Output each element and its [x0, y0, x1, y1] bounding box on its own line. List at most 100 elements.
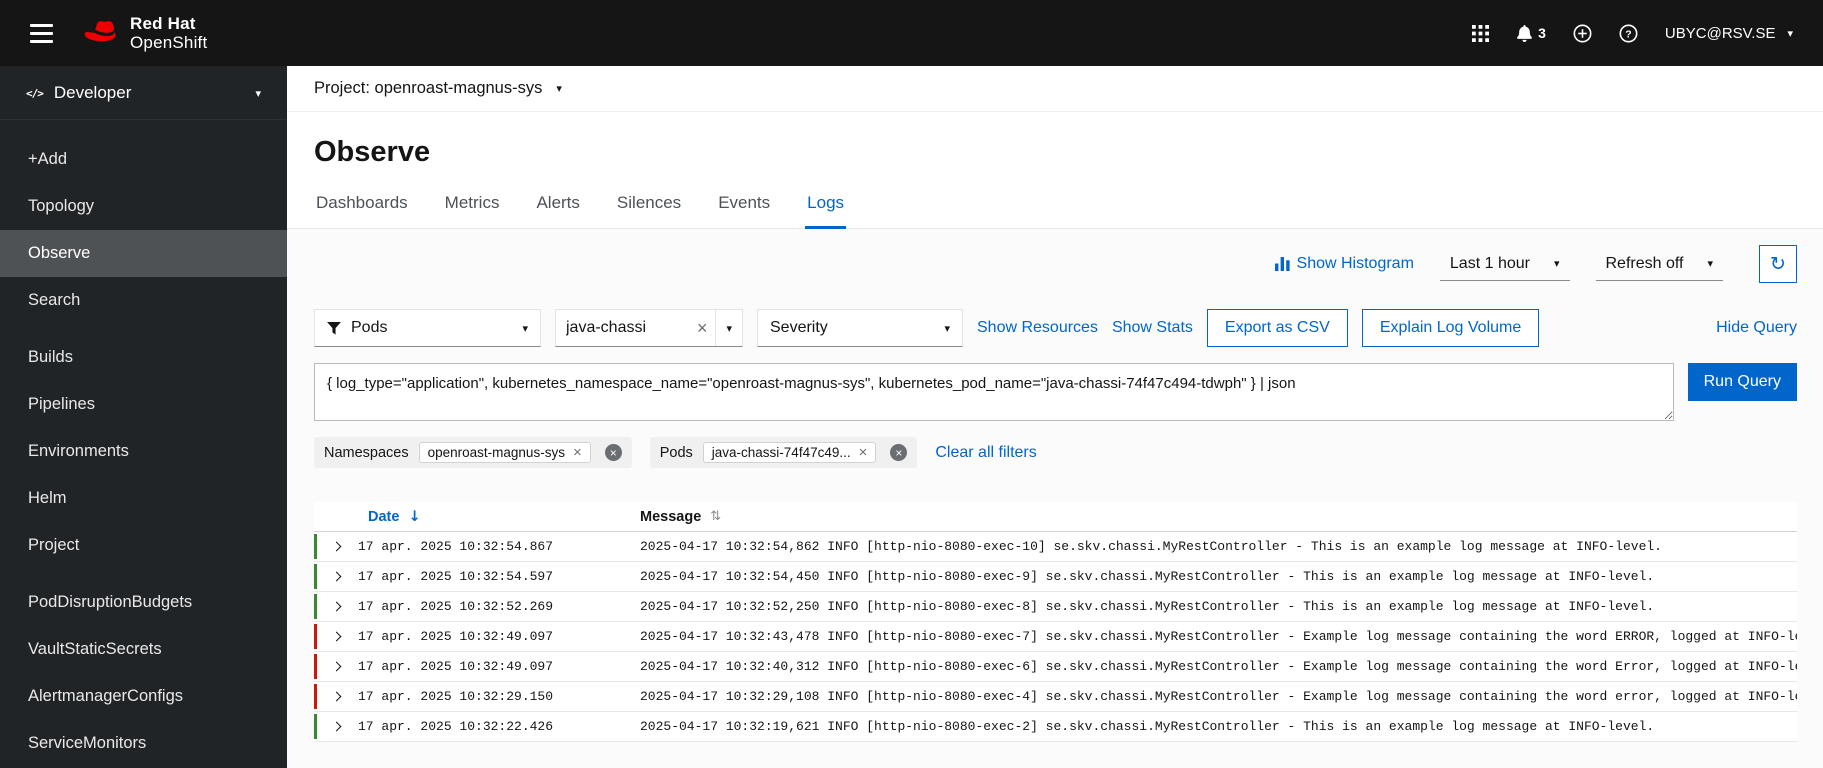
- sidebar-item-pipelines[interactable]: Pipelines: [0, 381, 287, 428]
- log-timestamp: 17 apr. 2025 10:32:49.097: [358, 629, 554, 644]
- masthead: Red Hat OpenShift 3 ? UBYC@RSV.SE ▾: [0, 0, 1823, 66]
- expand-row-button[interactable]: [314, 592, 358, 621]
- plus-circle-icon: [1573, 24, 1592, 42]
- tab-dashboards[interactable]: Dashboards: [314, 193, 410, 229]
- user-menu[interactable]: UBYC@RSV.SE ▾: [1665, 25, 1793, 42]
- remove-chip-group-button[interactable]: ×: [890, 444, 908, 461]
- severity-indicator: [314, 714, 317, 739]
- show-stats-link[interactable]: Show Stats: [1112, 319, 1193, 337]
- bell-icon: [1517, 24, 1533, 42]
- help-button[interactable]: ?: [1619, 24, 1638, 43]
- tab-alerts[interactable]: Alerts: [534, 193, 581, 229]
- show-resources-link[interactable]: Show Resources: [977, 319, 1098, 337]
- sidebar-item-topology[interactable]: Topology: [0, 183, 287, 230]
- chip-group-label: Pods: [659, 444, 693, 461]
- notifications-button[interactable]: 3: [1516, 24, 1546, 42]
- clear-all-filters-link[interactable]: Clear all filters: [935, 444, 1036, 462]
- chip-group-label: Namespaces: [324, 444, 409, 461]
- chevron-right-icon: [331, 541, 341, 552]
- log-message: 2025-04-17 10:32:54,862 INFO [http-nio-8…: [640, 539, 1662, 554]
- sidebar-item-servicemonitors[interactable]: ServiceMonitors: [0, 720, 287, 767]
- pods-search-input[interactable]: [566, 319, 689, 337]
- chevron-down-icon[interactable]: ▾: [715, 310, 742, 346]
- times-circle-icon: ×: [890, 444, 908, 461]
- tab-metrics[interactable]: Metrics: [443, 193, 502, 229]
- log-timestamp: 17 apr. 2025 10:32:54.867: [358, 539, 554, 554]
- hide-query-link[interactable]: Hide Query: [1716, 319, 1797, 337]
- log-message: 2025-04-17 10:32:43,478 INFO [http-nio-8…: [640, 629, 1797, 644]
- chip: openroast-magnus-sys ×: [418, 442, 591, 463]
- expand-row-button[interactable]: [314, 532, 358, 561]
- sidebar-item-observe[interactable]: Observe: [0, 230, 287, 277]
- table-row: 17 apr. 2025 10:32:54.597 2025-04-17 10:…: [314, 562, 1797, 592]
- export-csv-button[interactable]: Export as CSV: [1206, 309, 1348, 347]
- remove-chip-icon[interactable]: ×: [859, 445, 868, 460]
- notification-count-badge: 3: [1538, 25, 1546, 41]
- filter-toolbar: Pods ▾ × ▾ Severity ▾ Show Resources Sho…: [314, 309, 1797, 347]
- severity-indicator: [314, 684, 317, 709]
- message-column-header[interactable]: Message ⇅: [640, 509, 1797, 525]
- log-message: 2025-04-17 10:32:19,621 INFO [http-nio-8…: [640, 719, 1655, 734]
- sidebar-item-builds[interactable]: Builds: [0, 334, 287, 381]
- developer-perspective-icon: </>: [26, 86, 44, 100]
- date-column-header[interactable]: Date ↓: [358, 509, 640, 525]
- sidebar-item-search[interactable]: Search: [0, 277, 287, 324]
- severity-indicator: [314, 624, 317, 649]
- explain-log-volume-button[interactable]: Explain Log Volume: [1361, 309, 1540, 347]
- log-table: Date ↓ Message ⇅ 17 apr. 2025 10:32:54.8…: [314, 502, 1797, 742]
- add-button[interactable]: [1573, 24, 1592, 43]
- refresh-button[interactable]: ↻: [1759, 245, 1797, 283]
- brand-line2: OpenShift: [130, 33, 208, 52]
- sidebar-item-helm[interactable]: Helm: [0, 475, 287, 522]
- sidebar-item-environments[interactable]: Environments: [0, 428, 287, 475]
- severity-indicator: [314, 594, 317, 619]
- expand-row-button[interactable]: [314, 562, 358, 591]
- remove-chip-group-button[interactable]: ×: [604, 444, 622, 461]
- apps-button[interactable]: [1472, 24, 1490, 42]
- expand-row-button[interactable]: [314, 712, 358, 741]
- severity-select[interactable]: Severity ▾: [757, 309, 963, 347]
- brand-line1: Red Hat: [130, 13, 196, 33]
- nav-toggle-button[interactable]: [28, 20, 55, 47]
- expand-row-button[interactable]: [314, 682, 358, 711]
- chip-group-pods: Pods java-chassi-74f47c49... × ×: [649, 437, 918, 468]
- log-message: 2025-04-17 10:32:54,450 INFO [http-nio-8…: [640, 569, 1655, 584]
- sidebar-item-poddisruptionbudgets[interactable]: PodDisruptionBudgets: [0, 579, 287, 626]
- perspective-label: Developer: [53, 83, 132, 102]
- times-circle-icon: ×: [604, 444, 622, 461]
- log-timestamp: 17 apr. 2025 10:32:22.426: [358, 719, 554, 734]
- brand-logo[interactable]: Red Hat OpenShift: [83, 14, 207, 52]
- chevron-down-icon: ▾: [944, 321, 950, 335]
- chevron-down-icon: ▾: [1787, 26, 1793, 40]
- logs-toolbar: Show Histogram Last 1 hour ▾ Refresh off…: [314, 245, 1797, 283]
- sidebar-item-vaultstaticsecrets[interactable]: VaultStaticSecrets: [0, 626, 287, 673]
- remove-chip-icon[interactable]: ×: [573, 445, 582, 460]
- perspective-switcher[interactable]: </> Developer ▾: [0, 66, 287, 120]
- project-selector[interactable]: Project: openroast-magnus-sys ▾: [287, 66, 1823, 112]
- table-row: 17 apr. 2025 10:32:29.150 2025-04-17 10:…: [314, 682, 1797, 712]
- username: UBYC@RSV.SE: [1664, 24, 1776, 42]
- log-message: 2025-04-17 10:32:40,312 INFO [http-nio-8…: [640, 659, 1797, 674]
- filter-icon: [327, 321, 341, 335]
- time-range-select[interactable]: Last 1 hour ▾: [1439, 248, 1570, 281]
- refresh-interval-select[interactable]: Refresh off ▾: [1595, 248, 1723, 281]
- pods-search-combobox[interactable]: × ▾: [555, 309, 743, 347]
- log-message: 2025-04-17 10:32:29,108 INFO [http-nio-8…: [640, 689, 1797, 704]
- expand-row-button[interactable]: [314, 622, 358, 651]
- project-selector-label: Project: openroast-magnus-sys: [314, 79, 543, 97]
- sidebar-item-add[interactable]: +Add: [0, 136, 287, 183]
- sidebar-item-alertmanagerconfigs[interactable]: AlertmanagerConfigs: [0, 673, 287, 720]
- app-launcher-icon: [1472, 24, 1490, 42]
- log-timestamp: 17 apr. 2025 10:32:54.597: [358, 569, 554, 584]
- clear-search-icon[interactable]: ×: [697, 318, 708, 339]
- expand-row-button[interactable]: [314, 652, 358, 681]
- tab-logs[interactable]: Logs: [805, 193, 847, 229]
- attribute-filter-select[interactable]: Pods ▾: [314, 309, 541, 347]
- tab-silences[interactable]: Silences: [615, 193, 683, 229]
- show-histogram-link[interactable]: Show Histogram: [1274, 255, 1414, 273]
- query-input[interactable]: { log_type="application", kubernetes_nam…: [314, 363, 1674, 421]
- run-query-button[interactable]: Run Query: [1687, 363, 1797, 401]
- sidebar-item-project[interactable]: Project: [0, 522, 287, 569]
- tab-events[interactable]: Events: [716, 193, 772, 229]
- main-content: Project: openroast-magnus-sys ▾ Observe …: [287, 66, 1823, 768]
